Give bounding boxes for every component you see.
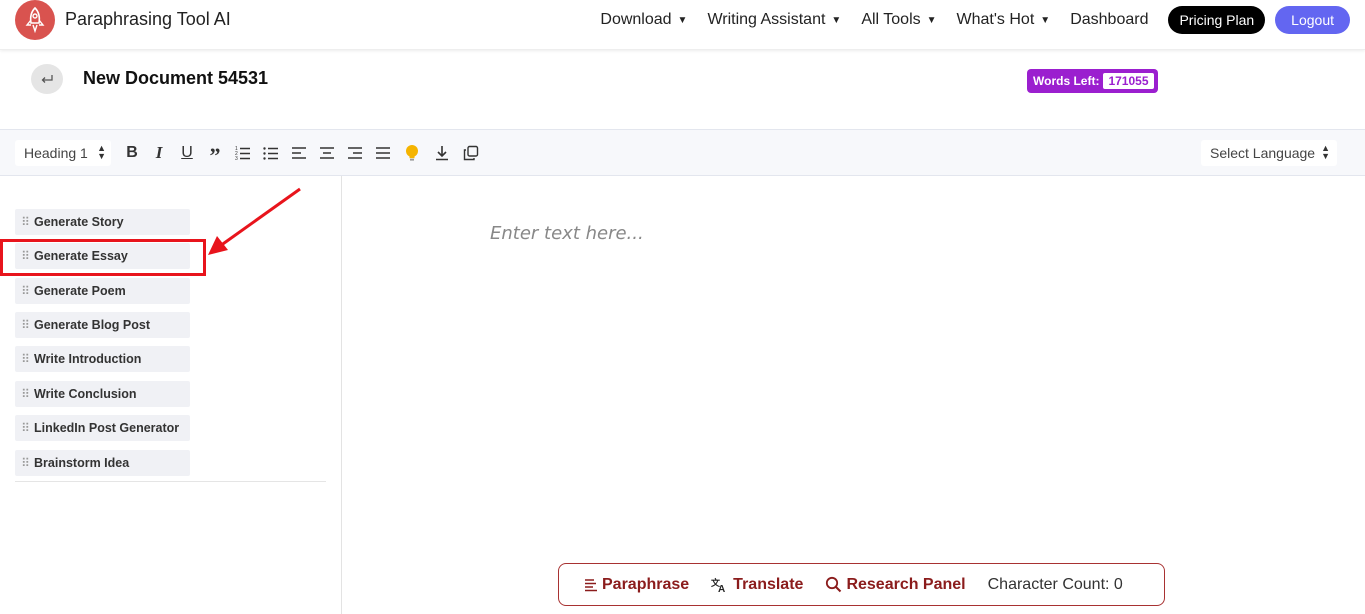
sidebar-item-label: Generate Story	[34, 215, 124, 229]
bullet-list-button[interactable]	[260, 142, 282, 164]
research-panel-label: Research Panel	[846, 575, 966, 593]
copy-icon	[463, 145, 479, 161]
underline-icon: U	[181, 144, 193, 161]
download-icon	[436, 146, 448, 161]
nav-label: Writing Assistant	[707, 11, 826, 28]
words-left-value: 171055	[1103, 73, 1154, 89]
sidebar-item-generate-blog-post[interactable]: ⠿ Generate Blog Post	[15, 312, 190, 338]
caret-down-icon: ▼	[831, 14, 842, 26]
lightbulb-icon	[406, 145, 418, 161]
nav-label: All Tools	[861, 11, 921, 28]
drag-handle-icon[interactable]: ⠿	[16, 421, 34, 435]
character-count: Character Count: 0	[987, 575, 1123, 593]
translate-icon: 文A	[711, 577, 725, 593]
sidebar-item-generate-story[interactable]: ⠿ Generate Story	[15, 209, 190, 235]
align-left-icon	[292, 147, 306, 159]
sidebar-divider	[15, 481, 326, 482]
updown-icon: ▲ ▼	[97, 143, 106, 161]
drag-handle-icon[interactable]: ⠿	[16, 215, 34, 229]
align-center-icon	[320, 147, 334, 159]
editor-placeholder: Enter text here...	[490, 223, 644, 244]
paraphrase-label: Paraphrase	[602, 575, 690, 593]
sidebar-item-generate-poem[interactable]: ⠿ Generate Poem	[15, 278, 190, 304]
back-button[interactable]	[31, 64, 63, 94]
nav-label: Download	[600, 11, 672, 28]
translate-label: Translate	[733, 575, 804, 593]
ordered-list-icon: 123	[235, 146, 250, 161]
sidebar-item-label: Generate Poem	[34, 284, 126, 298]
editor-toolbar: Heading 1 ▲ ▼ B I U ” 123 Select Language…	[0, 129, 1365, 176]
nav-all-tools[interactable]: All Tools ▼	[861, 11, 936, 29]
align-justify-icon	[376, 147, 390, 159]
research-panel-button[interactable]: Research Panel	[825, 575, 966, 594]
sidebar-item-label: Write Conclusion	[34, 387, 137, 401]
nav-writing-assistant[interactable]: Writing Assistant ▼	[707, 11, 841, 29]
bold-icon: B	[126, 144, 138, 161]
nav-download[interactable]: Download ▼	[600, 11, 687, 29]
nav-whats-hot[interactable]: What's Hot ▼	[957, 11, 1051, 29]
copy-button[interactable]	[460, 142, 482, 164]
align-center-button[interactable]	[316, 142, 338, 164]
top-navbar: Paraphrasing Tool AI Download ▼ Writing …	[0, 0, 1365, 50]
align-right-icon	[348, 147, 362, 159]
sidebar-item-linkedin-post-generator[interactable]: ⠿ LinkedIn Post Generator	[15, 415, 190, 441]
words-left-badge: Words Left: 171055	[1027, 69, 1158, 93]
sidebar-item-write-introduction[interactable]: ⠿ Write Introduction	[15, 346, 190, 372]
align-right-button[interactable]	[344, 142, 366, 164]
drag-handle-icon[interactable]: ⠿	[16, 456, 34, 470]
italic-button[interactable]: I	[148, 142, 170, 164]
nav-dashboard[interactable]: Dashboard	[1070, 11, 1148, 29]
bold-button[interactable]: B	[121, 142, 143, 164]
words-left-label: Words Left:	[1033, 74, 1100, 88]
drag-handle-icon[interactable]: ⠿	[16, 318, 34, 332]
search-icon	[826, 576, 842, 593]
bottom-action-bar: Paraphrase 文A Translate Research Panel C…	[558, 563, 1165, 606]
sidebar-item-label: Write Introduction	[34, 352, 142, 366]
quote-icon: ”	[209, 143, 221, 168]
drag-handle-icon[interactable]: ⠿	[16, 387, 34, 401]
editor-area[interactable]: Enter text here...	[343, 176, 1365, 614]
drag-handle-icon[interactable]: ⠿	[16, 284, 34, 298]
sidebar-item-label: LinkedIn Post Generator	[34, 421, 180, 435]
nav-label: What's Hot	[956, 11, 1035, 28]
heading-select-value: Heading 1	[24, 145, 88, 161]
return-arrow-icon	[41, 75, 53, 83]
drag-handle-icon[interactable]: ⠿	[16, 352, 34, 366]
highlight-box	[0, 239, 206, 276]
align-left-button[interactable]	[288, 142, 310, 164]
download-button[interactable]	[431, 142, 453, 164]
caret-down-icon: ▼	[677, 14, 688, 26]
brand-name[interactable]: Paraphrasing Tool AI	[65, 9, 231, 30]
caret-down-icon: ▼	[1040, 14, 1051, 26]
svg-text:3: 3	[235, 156, 238, 161]
rocket-logo-icon[interactable]	[15, 0, 55, 40]
nav-label: Dashboard	[1070, 11, 1149, 28]
sidebar-item-brainstorm-idea[interactable]: ⠿ Brainstorm Idea	[15, 450, 190, 476]
logout-button[interactable]: Logout	[1275, 6, 1350, 34]
translate-button[interactable]: 文A Translate	[711, 576, 803, 594]
document-title[interactable]: New Document 54531	[83, 68, 268, 89]
caret-down-icon: ▼	[926, 14, 937, 26]
pricing-plan-button[interactable]: Pricing Plan	[1168, 6, 1266, 34]
idea-button[interactable]	[401, 142, 423, 164]
ordered-list-button[interactable]: 123	[232, 142, 254, 164]
align-justify-button[interactable]	[372, 142, 394, 164]
sidebar-item-label: Brainstorm Idea	[34, 456, 130, 470]
underline-button[interactable]: U	[176, 142, 198, 164]
svg-text:A: A	[718, 584, 725, 593]
sidebar-item-write-conclusion[interactable]: ⠿ Write Conclusion	[15, 381, 190, 407]
bullet-list-icon	[263, 147, 278, 160]
language-select-value: Select Language	[1210, 145, 1316, 161]
paraphrase-button[interactable]: Paraphrase	[584, 576, 689, 594]
updown-icon: ▲ ▼	[1321, 143, 1330, 161]
heading-select[interactable]: Heading 1 ▲ ▼	[15, 140, 111, 166]
language-select[interactable]: Select Language ▲ ▼	[1201, 140, 1337, 166]
annotation-arrow-icon	[208, 187, 301, 255]
quote-button[interactable]: ”	[204, 142, 226, 168]
main-nav: Download ▼ Writing Assistant ▼ All Tools…	[580, 6, 1350, 34]
paraphrase-lines-icon	[585, 578, 597, 591]
sidebar-item-label: Generate Blog Post	[34, 318, 150, 332]
italic-icon: I	[155, 143, 163, 162]
